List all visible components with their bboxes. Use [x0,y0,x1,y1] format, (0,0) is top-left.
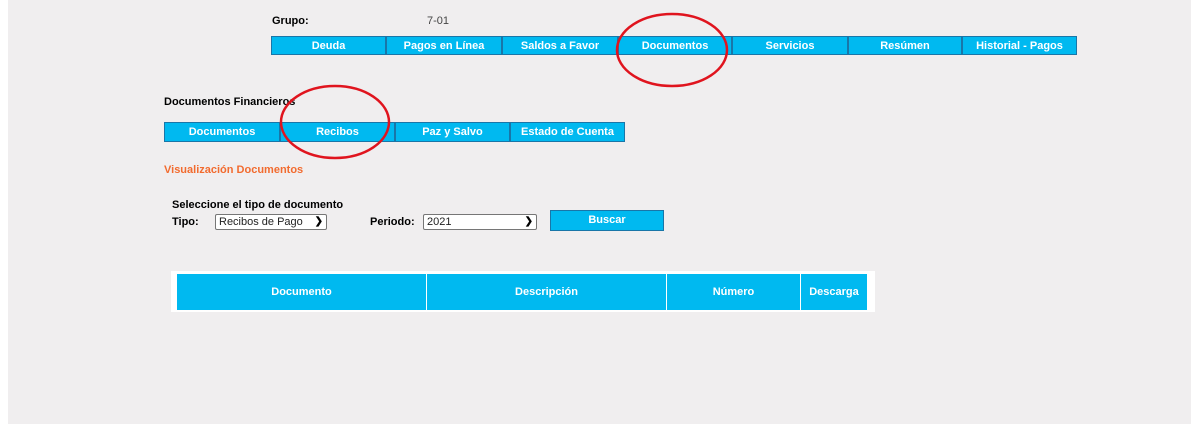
annotation-circle-recibos-tab [279,84,391,160]
annotation-layer [279,12,729,160]
annotation-circle-documentos-tab [615,12,729,88]
